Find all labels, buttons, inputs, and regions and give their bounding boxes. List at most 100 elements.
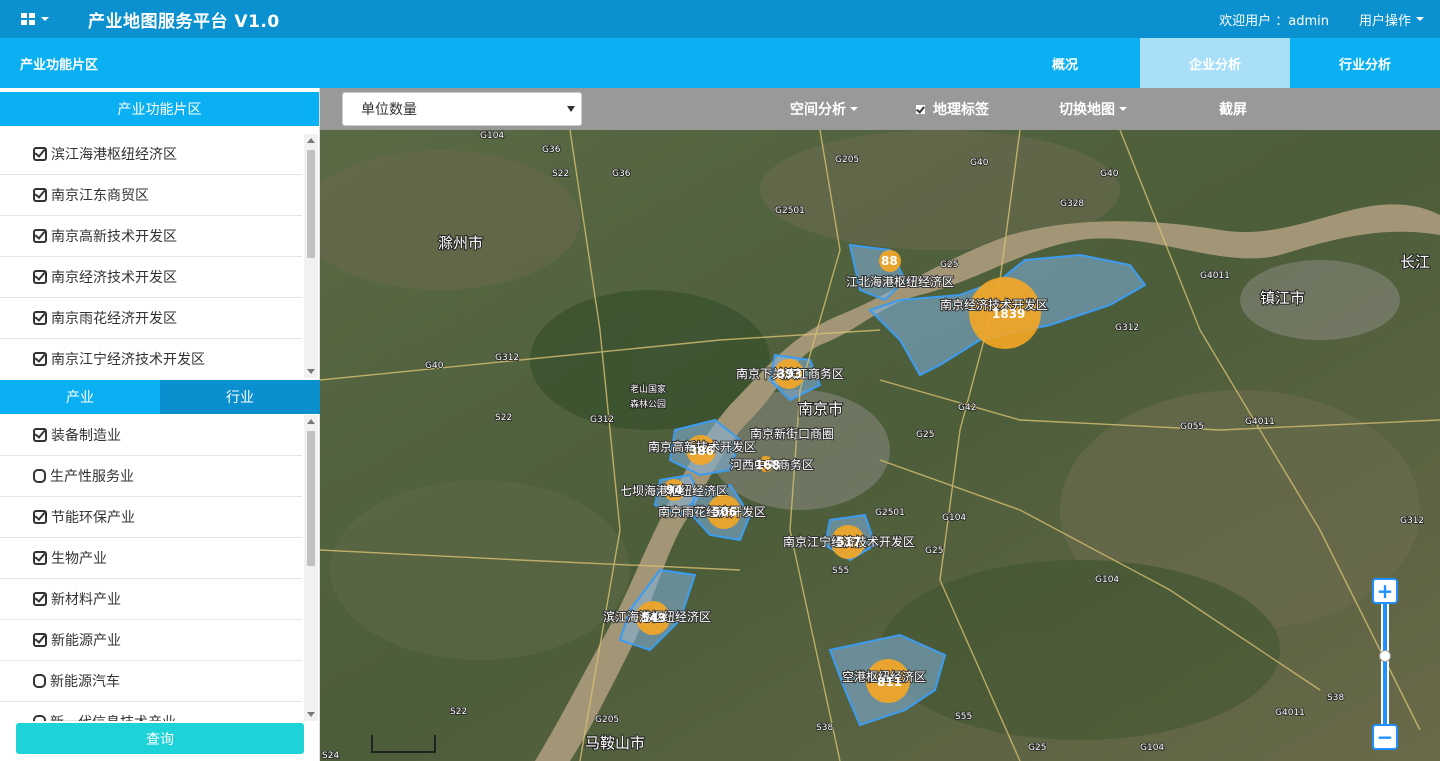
svg-text:94: 94 <box>666 483 683 497</box>
svg-text:马鞍山市: 马鞍山市 <box>585 734 645 752</box>
chevron-down-icon <box>41 17 49 21</box>
tab-sector[interactable]: 行业 <box>160 380 320 414</box>
scroll-thumb[interactable] <box>307 150 315 258</box>
svg-text:G4011: G4011 <box>1275 708 1305 718</box>
tab-industry-analysis[interactable]: 行业分析 <box>1290 38 1440 88</box>
industry-scrollbar[interactable] <box>304 415 318 721</box>
metric-select[interactable]: 单位数量 <box>342 92 582 126</box>
svg-text:G104: G104 <box>480 131 504 141</box>
svg-text:G312: G312 <box>1400 516 1424 526</box>
map-canvas[interactable]: 滁州市 南京市 镇江市 马鞍山市 长江 老山国家 森林公园 G104 G36 S… <box>320 130 1440 761</box>
satellite-map[interactable]: 滁州市 南京市 镇江市 马鞍山市 长江 老山国家 森林公园 G104 G36 S… <box>320 130 1440 761</box>
svg-text:S22: S22 <box>495 413 512 423</box>
app-title: 产业地图服务平台 V1.0 <box>88 11 280 32</box>
checkbox-checked-icon[interactable] <box>33 352 47 366</box>
query-button[interactable]: 查询 <box>16 723 304 754</box>
scroll-up-icon[interactable] <box>307 138 315 143</box>
zoom-out-button[interactable]: − <box>1372 724 1398 750</box>
checkbox-checked-icon[interactable] <box>33 551 47 565</box>
scroll-up-icon[interactable] <box>307 419 315 424</box>
zoom-slider[interactable] <box>1381 604 1389 726</box>
list-item[interactable]: 南京江东商贸区 <box>0 175 302 216</box>
svg-text:森林公园: 森林公园 <box>630 398 666 410</box>
industry-tabs: 产业 行业 <box>0 380 320 414</box>
svg-text:老山国家: 老山国家 <box>630 383 666 395</box>
scroll-down-icon[interactable] <box>307 712 315 717</box>
list-item-label: 新能源汽车 <box>50 674 120 690</box>
checkbox-checked-icon[interactable] <box>33 633 47 647</box>
tab-enterprise-analysis[interactable]: 企业分析 <box>1140 38 1290 88</box>
apps-menu-button[interactable] <box>0 0 70 38</box>
list-item[interactable]: 滨江海港枢纽经济区 <box>0 134 302 175</box>
checkbox-unchecked-icon[interactable] <box>33 715 46 721</box>
checkbox-checked-icon[interactable] <box>33 428 47 442</box>
list-item-label: 节能环保产业 <box>51 510 135 526</box>
list-item[interactable]: 南京江宁经济技术开发区 <box>0 339 302 378</box>
checkbox-unchecked-icon[interactable] <box>33 469 46 483</box>
svg-text:386: 386 <box>689 444 714 458</box>
list-item[interactable]: 新能源汽车 <box>0 661 302 702</box>
metric-select-value: 单位数量 <box>361 102 417 118</box>
list-item[interactable]: 南京雨花经济开发区 <box>0 298 302 339</box>
checkbox-checked-icon[interactable] <box>33 592 47 606</box>
svg-text:S55: S55 <box>832 566 849 576</box>
list-item-label: 新一代信息技术产业 <box>50 712 176 721</box>
svg-text:G104: G104 <box>1095 575 1119 585</box>
list-item[interactable]: 南京高新技术开发区 <box>0 216 302 257</box>
scroll-thumb[interactable] <box>307 431 315 566</box>
list-item-label: 装备制造业 <box>51 428 121 444</box>
user-ops-label: 用户操作 <box>1358 13 1411 29</box>
svg-text:G104: G104 <box>942 513 966 523</box>
svg-text:G055: G055 <box>1180 422 1204 432</box>
zones-scrollbar[interactable] <box>304 134 318 378</box>
svg-text:G328: G328 <box>1060 199 1084 209</box>
left-panel: 产业功能片区 滨江海港枢纽经济区 南京江东商贸区 南京高新技术开发区 南京经济技术开发… <box>0 88 320 761</box>
list-item[interactable]: 生物产业 <box>0 538 302 579</box>
list-item[interactable]: 新一代信息技术产业 <box>0 702 302 721</box>
industry-list: 装备制造业生产性服务业节能环保产业生物产业新材料产业新能源产业新能源汽车新一代信… <box>0 415 320 721</box>
chevron-down-icon <box>1416 17 1424 21</box>
tab-overview[interactable]: 概况 <box>990 38 1140 88</box>
svg-text:G205: G205 <box>835 155 859 165</box>
zoom-in-button[interactable]: + <box>1372 578 1398 604</box>
svg-text:506: 506 <box>712 505 737 519</box>
list-item-label: 南京江宁经济技术开发区 <box>51 352 205 368</box>
list-item[interactable]: 新材料产业 <box>0 579 302 620</box>
zoom-handle[interactable] <box>1379 650 1391 662</box>
chevron-down-icon <box>850 107 858 111</box>
map-toolbar: 单位数量 空间分析 地理标签 切换地图 截屏 <box>320 88 1440 130</box>
svg-text:G25: G25 <box>916 430 934 440</box>
list-item[interactable]: 南京经济技术开发区 <box>0 257 302 298</box>
list-item[interactable]: 生产性服务业 <box>0 456 302 497</box>
switch-map-menu[interactable]: 切换地图 <box>1059 99 1127 119</box>
svg-text:南京市: 南京市 <box>798 400 843 418</box>
screenshot-button[interactable]: 截屏 <box>1219 99 1247 119</box>
checkbox-icon[interactable] <box>916 104 925 114</box>
checkbox-unchecked-icon[interactable] <box>33 674 46 688</box>
user-ops-menu[interactable]: 用户操作 <box>1359 10 1424 29</box>
svg-text:G42: G42 <box>958 403 976 413</box>
scroll-down-icon[interactable] <box>307 369 315 374</box>
svg-text:811: 811 <box>877 675 902 689</box>
svg-text:G25: G25 <box>925 546 943 556</box>
svg-text:517: 517 <box>836 535 861 549</box>
geo-tag-toggle[interactable]: 地理标签 <box>916 99 989 119</box>
checkbox-checked-icon[interactable] <box>33 229 47 243</box>
list-item[interactable]: 新能源产业 <box>0 620 302 661</box>
svg-text:1839: 1839 <box>992 307 1025 321</box>
checkbox-checked-icon[interactable] <box>33 311 47 325</box>
spatial-analysis-menu[interactable]: 空间分析 <box>790 99 858 119</box>
checkbox-checked-icon[interactable] <box>33 270 47 284</box>
svg-text:G312: G312 <box>1115 323 1139 333</box>
list-item[interactable]: 节能环保产业 <box>0 497 302 538</box>
checkbox-checked-icon[interactable] <box>33 188 47 202</box>
svg-text:滁州市: 滁州市 <box>438 234 483 252</box>
checkbox-checked-icon[interactable] <box>33 510 47 524</box>
svg-text:S38: S38 <box>816 723 833 733</box>
tab-industry-chain[interactable]: 产业 <box>0 380 160 414</box>
checkbox-checked-icon[interactable] <box>33 147 47 161</box>
list-item[interactable]: 装备制造业 <box>0 415 302 456</box>
svg-text:G25: G25 <box>1028 743 1046 753</box>
svg-text:S24: S24 <box>322 751 339 761</box>
svg-text:G36: G36 <box>612 169 631 179</box>
